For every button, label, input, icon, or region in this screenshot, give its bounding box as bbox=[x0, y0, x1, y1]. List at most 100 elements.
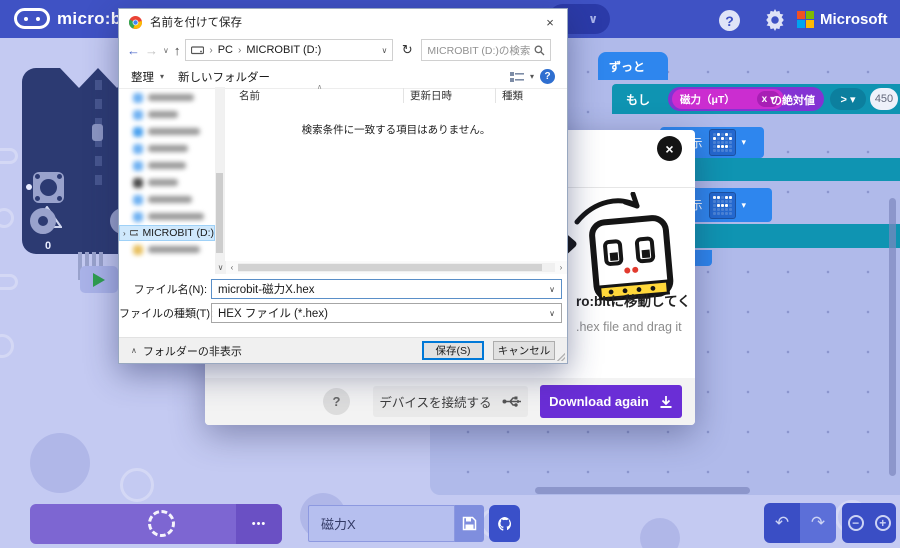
block-absolute-value[interactable]: 磁力（μT） x ▾ の絶対値 bbox=[668, 87, 824, 111]
up-button[interactable]: ↑ bbox=[174, 43, 181, 58]
drive-icon bbox=[191, 45, 205, 54]
led-pattern-preview-1[interactable] bbox=[708, 129, 736, 156]
block-if-arm[interactable] bbox=[660, 224, 900, 248]
download-icon bbox=[660, 395, 672, 408]
simulator-play-button[interactable] bbox=[80, 266, 118, 293]
zoom-out-button[interactable]: − bbox=[842, 503, 869, 543]
cancel-button[interactable]: キャンセル bbox=[493, 341, 555, 360]
forward-button[interactable]: → bbox=[145, 43, 158, 58]
led-highlight bbox=[92, 124, 103, 141]
button-screw bbox=[35, 174, 40, 179]
folder-sidebar: › MICROBIT (D:) bbox=[119, 87, 215, 261]
breadcrumb-separator: › bbox=[237, 44, 242, 56]
workspace-vertical-scrollbar[interactable] bbox=[889, 198, 896, 476]
recent-locations-dropdown[interactable]: ∨ bbox=[163, 46, 169, 55]
chevron-down-icon[interactable]: ∨ bbox=[549, 285, 555, 294]
expand-arrow-icon[interactable]: › bbox=[123, 229, 126, 238]
block-forever[interactable]: ずっと bbox=[598, 52, 668, 80]
back-button[interactable]: ← bbox=[127, 43, 140, 58]
dialog-title: 名前を付けて保存 bbox=[150, 17, 242, 29]
dialog-footer: ∧ フォルダーの非表示 保存(S) キャンセル bbox=[119, 337, 567, 363]
if-label: もし bbox=[626, 92, 651, 107]
organize-button[interactable]: 整理 bbox=[131, 69, 154, 85]
led-pattern-preview-2[interactable] bbox=[708, 191, 736, 219]
search-placeholder: MICROBIT (D:)の検索 bbox=[427, 44, 531, 57]
button-a[interactable] bbox=[33, 172, 64, 203]
header-help-button[interactable]: ? bbox=[719, 10, 740, 31]
hide-folders-button[interactable]: ∧ フォルダーの非表示 bbox=[131, 343, 242, 359]
project-name-input[interactable]: 磁力X bbox=[308, 505, 455, 542]
breadcrumb-separator: › bbox=[209, 44, 213, 56]
file-list-header: 名前 更新日時 種類 ∧ bbox=[225, 84, 567, 104]
filetype-select[interactable]: HEX ファイル (*.hex) ∨ bbox=[211, 303, 562, 323]
view-options-icon[interactable] bbox=[509, 71, 524, 83]
decor-ring bbox=[0, 334, 14, 358]
dialog-toolbar: 整理 ▾ 新しいフォルダー ▾ ? bbox=[119, 65, 567, 89]
dialog-close-button[interactable]: × bbox=[657, 136, 682, 161]
dialog-footer: ? デバイスを接続する Download again bbox=[205, 378, 695, 425]
undo-button[interactable]: ↶ bbox=[764, 503, 800, 543]
workspace-horizontal-scrollbar[interactable] bbox=[535, 487, 750, 494]
github-button[interactable] bbox=[489, 505, 520, 542]
pin-0-ring[interactable] bbox=[30, 208, 56, 234]
button-screw bbox=[57, 196, 62, 201]
block-if-arm[interactable] bbox=[660, 158, 900, 181]
decor-ring bbox=[0, 148, 18, 164]
save-project-button[interactable] bbox=[455, 505, 484, 542]
column-type[interactable]: 種類 bbox=[495, 88, 567, 103]
absolute-label: の絶対値 bbox=[771, 95, 815, 107]
sidebar-scrollbar[interactable] bbox=[215, 87, 224, 261]
sidebar-blurred-tail[interactable] bbox=[119, 241, 215, 258]
settings-gear-icon[interactable] bbox=[764, 9, 786, 31]
zoom-in-button[interactable]: + bbox=[869, 503, 896, 543]
value-input[interactable]: 450 bbox=[870, 88, 898, 110]
column-date-modified[interactable]: 更新日時 bbox=[403, 88, 495, 103]
block-magnetic-force[interactable]: 磁力（μT） x ▾ bbox=[672, 89, 784, 109]
scrollbar-thumb[interactable] bbox=[238, 264, 543, 271]
operator-dropdown[interactable]: > ▾ bbox=[830, 88, 866, 110]
screen: A 0 1 ずっと もし 磁力（μT） x ▾ の絶対値 > ▾ 450 bbox=[0, 0, 900, 548]
save-button[interactable]: 保存(S) bbox=[422, 341, 484, 360]
scroll-right-arrow[interactable]: › bbox=[555, 263, 567, 272]
column-name[interactable]: 名前 bbox=[225, 88, 403, 103]
download-more-options[interactable]: ••• bbox=[236, 504, 282, 544]
decor-ring bbox=[0, 208, 14, 228]
connect-device-button[interactable]: デバイスを接続する bbox=[373, 386, 528, 417]
chrome-icon bbox=[129, 15, 142, 29]
download-again-button[interactable]: Download again bbox=[540, 385, 682, 418]
view-dropdown-icon[interactable]: ▾ bbox=[530, 72, 534, 81]
play-icon bbox=[93, 272, 105, 287]
empty-folder-message: 検索条件に一致する項目はありません。 bbox=[301, 124, 491, 136]
microbit-logo[interactable]: micro:bit bbox=[14, 8, 132, 29]
breadcrumb-microbit-drive[interactable]: MICROBIT (D:) bbox=[246, 44, 321, 56]
collapse-caret-icon: ∧ bbox=[131, 346, 137, 355]
chevron-down-icon[interactable]: ∨ bbox=[549, 309, 555, 318]
resize-grip[interactable] bbox=[557, 353, 565, 361]
sidebar-scrollbar-thumb[interactable] bbox=[216, 173, 223, 253]
refresh-button[interactable]: ↻ bbox=[398, 39, 416, 61]
block-if[interactable]: もし 磁力（μT） x ▾ の絶対値 > ▾ 450 bbox=[612, 84, 900, 114]
dialog-title-bar[interactable]: 名前を付けて保存 × bbox=[119, 9, 567, 35]
scrollbar-track[interactable] bbox=[238, 263, 555, 272]
sidebar-item-microbit-drive[interactable]: › MICROBIT (D:) bbox=[119, 225, 215, 241]
organize-dropdown-icon: ▾ bbox=[160, 72, 165, 81]
address-dropdown[interactable]: ∨ bbox=[382, 46, 388, 55]
new-folder-button[interactable]: 新しいフォルダー bbox=[178, 69, 270, 85]
undo-redo-group: ↶ ↷ bbox=[764, 503, 836, 543]
button-a-cap bbox=[40, 179, 57, 196]
redo-button[interactable]: ↷ bbox=[800, 503, 836, 543]
scroll-left-arrow[interactable]: ‹ bbox=[226, 263, 238, 272]
filename-input[interactable]: microbit-磁力X.hex ∨ bbox=[211, 279, 562, 299]
dialog-help-button[interactable]: ? bbox=[323, 388, 350, 415]
microphone-led bbox=[26, 184, 32, 190]
explorer-help-button[interactable]: ? bbox=[540, 69, 555, 84]
address-bar[interactable]: › PC › MICROBIT (D:) ∨ bbox=[185, 39, 394, 61]
sidebar-blurred-list[interactable] bbox=[119, 89, 215, 225]
hide-folders-label: フォルダーの非表示 bbox=[142, 345, 242, 358]
download-button[interactable]: ••• bbox=[30, 504, 282, 544]
sidebar-scroll-down-arrow[interactable]: ∨ bbox=[215, 261, 226, 274]
microsoft-logo[interactable]: Microsoft bbox=[797, 11, 888, 28]
dialog-close-button[interactable]: × bbox=[533, 9, 567, 35]
search-box[interactable]: MICROBIT (D:)の検索 bbox=[421, 39, 552, 61]
breadcrumb-pc[interactable]: PC bbox=[218, 44, 233, 56]
